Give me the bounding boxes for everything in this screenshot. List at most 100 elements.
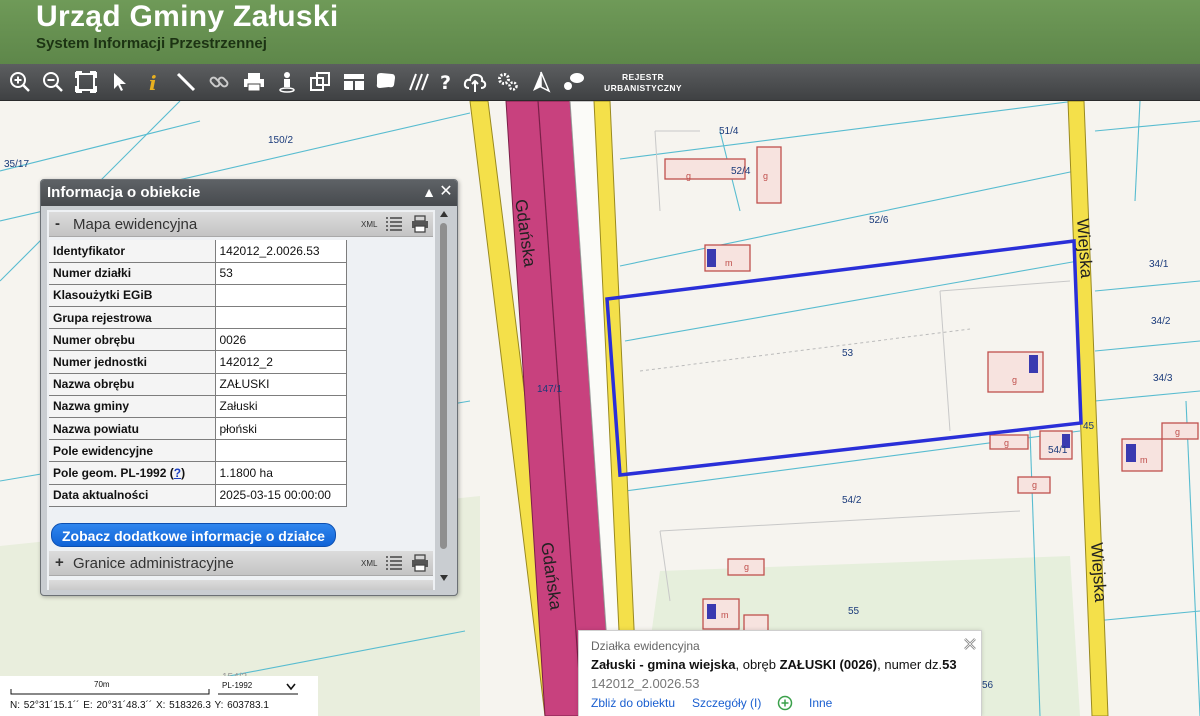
xml-export-button[interactable]: XML [361, 220, 377, 229]
other-link[interactable]: Inne [809, 696, 832, 710]
collapse-section-icon[interactable]: - [55, 215, 60, 232]
dashed-line [639, 328, 971, 372]
chat-icon[interactable] [560, 68, 588, 96]
section-title: Granice administracyjne [73, 555, 234, 572]
layout-icon[interactable] [340, 68, 368, 96]
settings-icon[interactable] [494, 68, 522, 96]
map-toolbar: i ? REJESTR URBANISTYCZNY [0, 64, 1200, 101]
parcel-label: 53 [842, 348, 854, 359]
attr-value: 2025-03-15 00:00:00 [215, 484, 347, 507]
table-row: Nazwa obrębu ZAŁUSKI [49, 373, 347, 396]
attr-key: Numer działki [49, 262, 216, 285]
building-label: m [725, 258, 733, 268]
street-label-wiejska: Wiejska [1073, 218, 1097, 279]
parcel-label: 56 [982, 680, 994, 691]
print-icon[interactable] [240, 68, 268, 96]
app-header: Urząd Gminy Załuski System Informacji Pr… [0, 0, 1200, 64]
building-label: g [1004, 438, 1010, 448]
buildings [664, 146, 1199, 632]
table-row: Numer obrębu 0026 [49, 328, 347, 352]
table-row: Numer jednostki 142012_2 [49, 350, 347, 374]
scroll-down-icon[interactable] [440, 574, 448, 582]
section-granice-administracyjne[interactable]: + Granice administracyjne XML [49, 551, 433, 576]
attr-value: płoński [215, 417, 347, 441]
parcel-label: 34/2 [1151, 316, 1171, 327]
attributes-table: Identyfikator 142012_2.0026.53 Numer dzia… [49, 240, 347, 507]
xml-export-button[interactable]: XML [361, 559, 377, 568]
attr-key: Numer obrębu [49, 328, 216, 352]
parcel-label: 150/2 [268, 135, 294, 146]
chevron-down-icon[interactable] [286, 683, 296, 691]
street-label-wiejska: Wiejska [1087, 542, 1111, 603]
parcel-label: 55 [848, 606, 860, 617]
add-circle-icon[interactable] [777, 695, 793, 711]
list-icon[interactable] [385, 554, 403, 572]
print-icon[interactable] [411, 215, 429, 233]
app-title: Urząd Gminy Załuski [36, 0, 339, 33]
attr-value: 1.1800 ha [215, 461, 347, 485]
rejestr-urbanistyczny-button[interactable]: REJESTR URBANISTYCZNY [598, 72, 688, 94]
table-row: Nazwa powiatu płoński [49, 417, 347, 441]
table-row: Data aktualności 2025-03-15 00:00:00 [49, 484, 347, 507]
more-parcel-info-button[interactable]: Zobacz dodatkowe informacje o działce [51, 523, 336, 547]
building-label: g [686, 171, 692, 181]
parcel-label: 45 [1083, 421, 1095, 432]
panel-header[interactable]: Informacja o obiekcie ▲ ✕ [41, 180, 457, 206]
expand-section-icon[interactable]: + [55, 554, 64, 571]
attr-key: Pole ewidencyjne [49, 439, 216, 463]
north-icon[interactable] [527, 68, 555, 96]
pointer-icon[interactable] [106, 68, 134, 96]
object-info-panel: Informacja o obiekcie ▲ ✕ - Mapa ewidenc… [40, 179, 458, 596]
popup-object-type: Działka ewidencyjna [591, 639, 700, 653]
zoom-out-icon[interactable] [39, 68, 67, 96]
table-row: Pole geom. PL-1992 (?) 1.1800 ha [49, 461, 347, 485]
attr-value: ZAŁUSKI [215, 373, 347, 396]
table-row: Klasoużytki EGiB [49, 284, 347, 308]
zoom-in-icon[interactable] [6, 68, 34, 96]
parcel-label: 51/4 [719, 126, 739, 137]
list-icon[interactable] [385, 215, 403, 233]
table-row: Numer działki 53 [49, 262, 347, 285]
collapse-icon[interactable]: ▲ [421, 183, 437, 201]
popup-close-icon[interactable] [962, 636, 978, 652]
measure-icon[interactable] [172, 68, 200, 96]
projection-select[interactable]: PL-1992 [222, 681, 252, 690]
panel-title: Informacja o obiekcie [47, 184, 201, 201]
help-icon[interactable]: ? [431, 68, 459, 96]
section-mapa-ewidencyjna[interactable]: - Mapa ewidencyjna XML [49, 212, 433, 237]
section-next-partial[interactable] [49, 580, 433, 590]
help-link[interactable]: ? [174, 466, 181, 480]
attr-key: Numer jednostki [49, 350, 216, 374]
scale-and-coordinates: 70m PL-1992 N: 52°31´15.1´´ E: 20°31´48.… [0, 676, 318, 716]
section-title: Mapa ewidencyjna [73, 216, 198, 233]
parcel-label: 52/6 [869, 215, 889, 226]
attr-key: Nazwa gminy [49, 395, 216, 419]
comment-icon[interactable] [372, 68, 400, 96]
upload-icon[interactable] [461, 68, 489, 96]
street-view-icon[interactable] [273, 68, 301, 96]
attr-key: Klasoużytki EGiB [49, 284, 216, 308]
panel-scrollbar[interactable] [439, 210, 449, 588]
building-label: g [744, 562, 750, 572]
building-label: g [1032, 480, 1038, 490]
close-icon[interactable]: ✕ [438, 183, 454, 201]
parcel-label: 147/1 [537, 384, 563, 395]
parcel-label: 54/2 [842, 495, 862, 506]
parcel-label: 34/1 [1149, 259, 1169, 270]
layers-icon[interactable] [306, 68, 334, 96]
scrollbar-thumb[interactable] [440, 223, 447, 549]
parcel-label: 34/3 [1153, 373, 1173, 384]
info-icon[interactable]: i [139, 68, 167, 96]
scroll-up-icon[interactable] [440, 210, 448, 218]
print-icon[interactable] [411, 554, 429, 572]
hatch-icon[interactable] [404, 68, 432, 96]
scale-bar [10, 689, 210, 695]
parcel-label: 54/1 [1048, 445, 1068, 456]
scale-distance: 70m [94, 680, 110, 689]
table-row: Pole ewidencyjne [49, 439, 347, 463]
link-icon[interactable] [205, 68, 233, 96]
details-link[interactable]: Szczegóły (I) [692, 696, 761, 710]
zoom-to-object-link[interactable]: Zbliż do obiektu [591, 696, 675, 710]
table-row: Identyfikator 142012_2.0026.53 [49, 240, 347, 263]
zoom-extent-icon[interactable] [72, 68, 100, 96]
